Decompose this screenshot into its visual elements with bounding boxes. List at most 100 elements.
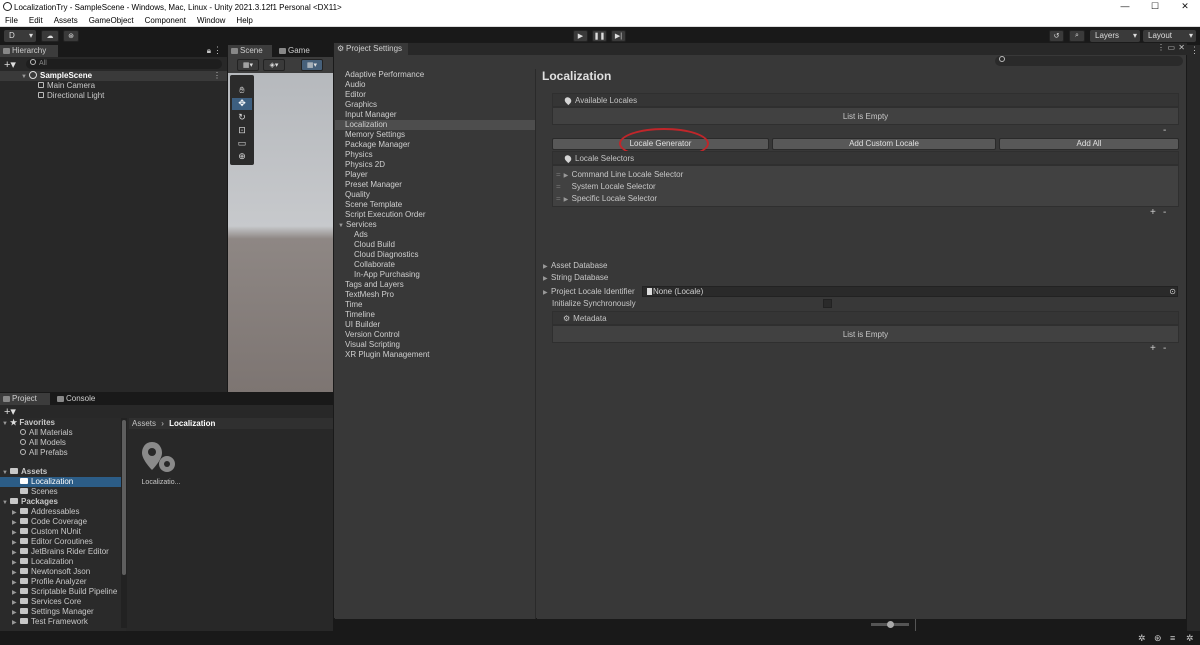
category-subitem[interactable]: Ads <box>354 230 368 240</box>
list-item[interactable]: Main Camera <box>38 81 95 91</box>
localization-settings-asset-icon[interactable] <box>140 440 178 476</box>
scene-menu-icon[interactable]: ⋮ <box>213 71 221 81</box>
account-dropdown[interactable]: D <box>4 30 36 42</box>
list-item[interactable]: ▶ Code Coverage <box>12 517 87 527</box>
add-custom-locale-button[interactable]: Add Custom Locale <box>772 138 996 150</box>
list-item[interactable]: = ▶ Specific Locale Selector <box>556 194 657 205</box>
category-item[interactable]: Input Manager <box>345 110 397 120</box>
menu-edit[interactable]: Edit <box>29 16 43 25</box>
tab-scene[interactable]: Scene <box>228 45 272 57</box>
object-picker-icon[interactable]: ⊙ <box>1169 287 1176 296</box>
category-item[interactable]: Audio <box>345 80 365 90</box>
tab-game[interactable]: Game <box>276 45 316 57</box>
shading-dropdown[interactable]: ▦▾ <box>237 59 259 71</box>
fold-arrow-icon[interactable]: ▼ <box>21 72 29 82</box>
search-icon[interactable]: ⌕ <box>1069 30 1085 42</box>
category-item[interactable]: XR Plugin Management <box>345 350 430 360</box>
category-item[interactable]: Graphics <box>345 100 377 110</box>
list-item[interactable]: ▶ Services Core <box>12 597 81 607</box>
create-button[interactable]: +▾ <box>4 405 16 418</box>
list-item[interactable]: = ▶ Command Line Locale Selector <box>556 170 683 181</box>
remove-metadata-button[interactable]: - <box>1163 344 1166 354</box>
settings-icon[interactable]: ✲ <box>1186 633 1194 644</box>
remove-selector-button[interactable]: - <box>1163 208 1166 218</box>
list-item[interactable]: ▶ Editor Coroutines <box>12 537 93 547</box>
initialize-sync-checkbox[interactable] <box>823 299 832 308</box>
list-item[interactable]: ▶ Newtonsoft Json <box>12 567 90 577</box>
packages-header[interactable]: ▼ Packages <box>2 497 58 507</box>
list-item-localization-selected[interactable]: Localization <box>0 477 122 487</box>
more-menu-icon[interactable]: ⋮ <box>213 45 222 56</box>
remove-locale-button[interactable]: - <box>1163 126 1166 136</box>
close-button[interactable]: ✕ <box>1170 0 1200 14</box>
category-item[interactable]: Quality <box>345 190 370 200</box>
string-database-foldout[interactable]: ▶ String Database <box>543 273 608 284</box>
category-item-services[interactable]: ▼ Services <box>338 220 377 230</box>
transform-tool-icon[interactable]: ⊕ <box>234 151 250 163</box>
menu-assets[interactable]: Assets <box>54 16 78 25</box>
list-item[interactable]: ▶ JetBrains Rider Editor <box>12 547 109 557</box>
add-button[interactable]: +▾ <box>4 58 16 71</box>
step-button[interactable]: ▶| <box>611 30 626 42</box>
list-item[interactable]: ▶ Test Framework <box>12 617 88 627</box>
category-item[interactable]: Timeline <box>345 310 375 320</box>
category-subitem[interactable]: Cloud Build <box>354 240 395 250</box>
menu-window[interactable]: Window <box>197 16 225 25</box>
category-item[interactable]: UI Builder <box>345 320 380 330</box>
breadcrumb-current[interactable]: Localization <box>169 419 215 428</box>
list-item[interactable]: ▶ Settings Manager <box>12 607 94 617</box>
category-subitem[interactable]: In-App Purchasing <box>354 270 420 280</box>
menu-help[interactable]: Help <box>236 16 252 25</box>
category-item[interactable]: Package Manager <box>345 140 410 150</box>
list-item[interactable]: All Materials <box>20 428 73 438</box>
grid-dropdown[interactable]: ▦▾ <box>301 59 323 71</box>
scene-row[interactable]: ▼ SampleScene ⋮ <box>0 71 227 81</box>
gizmo-dropdown[interactable]: ◈▾ <box>263 59 285 71</box>
pause-button[interactable]: ❚❚ <box>592 30 607 42</box>
category-item[interactable]: Preset Manager <box>345 180 402 190</box>
list-item[interactable]: Scenes <box>20 487 58 497</box>
menu-gameobject[interactable]: GameObject <box>89 16 134 25</box>
scale-tool-icon[interactable]: ⊡ <box>234 125 250 137</box>
favorites-header[interactable]: ▼ ★ Favorites <box>2 418 55 428</box>
category-item[interactable]: Visual Scripting <box>345 340 400 350</box>
minimize-button[interactable]: — <box>1110 0 1140 14</box>
maximize-icon[interactable]: ▭ <box>1167 43 1175 52</box>
menu-file[interactable]: File <box>5 16 18 25</box>
hand-tool-icon[interactable]: ✋︎ <box>234 85 250 97</box>
list-item[interactable]: ▶ Scriptable Build Pipeline <box>12 587 117 597</box>
settings-search-input[interactable] <box>995 56 1183 66</box>
list-item[interactable]: All Prefabs <box>20 448 68 458</box>
history-icon[interactable]: ↺ <box>1049 30 1064 42</box>
add-metadata-button[interactable]: + <box>1150 344 1156 354</box>
list-item[interactable]: ▶ Profile Analyzer <box>12 577 87 587</box>
more-menu-icon[interactable]: ⋮ <box>1157 43 1165 52</box>
tab-hierarchy[interactable]: Hierarchy <box>0 45 58 57</box>
layout-dropdown[interactable]: Layout <box>1143 30 1196 42</box>
scrollbar-thumb[interactable] <box>122 420 126 575</box>
network-icon[interactable]: ⊛ <box>1154 633 1162 644</box>
category-item[interactable]: TextMesh Pro <box>345 290 394 300</box>
category-item[interactable]: Player <box>345 170 368 180</box>
list-item[interactable]: ▶ Addressables <box>12 507 79 517</box>
category-subitem[interactable]: Collaborate <box>354 260 395 270</box>
progress-icon[interactable]: ≡ <box>1170 633 1175 643</box>
category-subitem[interactable]: Cloud Diagnostics <box>354 250 418 260</box>
tab-console[interactable]: Console <box>54 393 104 405</box>
more-menu-icon[interactable]: ⋮ <box>1190 45 1199 56</box>
project-locale-field[interactable]: None (Locale) ⊙ <box>642 286 1178 297</box>
category-item[interactable]: Version Control <box>345 330 400 340</box>
move-tool-icon[interactable]: ✥ <box>232 98 252 110</box>
close-icon[interactable]: ✕ <box>1178 43 1185 52</box>
zoom-slider-thumb[interactable] <box>887 621 894 628</box>
category-item[interactable]: Memory Settings <box>345 130 405 140</box>
list-item[interactable]: Directional Light <box>38 91 104 101</box>
add-all-button[interactable]: Add All <box>999 138 1179 150</box>
lock-icon[interactable]: 🔒︎ <box>207 46 211 56</box>
category-item[interactable]: Adaptive Performance <box>345 70 424 80</box>
breadcrumb-assets[interactable]: Assets <box>132 419 156 428</box>
list-item[interactable]: ▶ Localization <box>12 557 73 567</box>
hierarchy-search-input[interactable]: All <box>26 59 222 69</box>
list-item[interactable]: All Models <box>20 438 66 448</box>
list-item[interactable]: = System Locale Selector <box>556 182 656 192</box>
